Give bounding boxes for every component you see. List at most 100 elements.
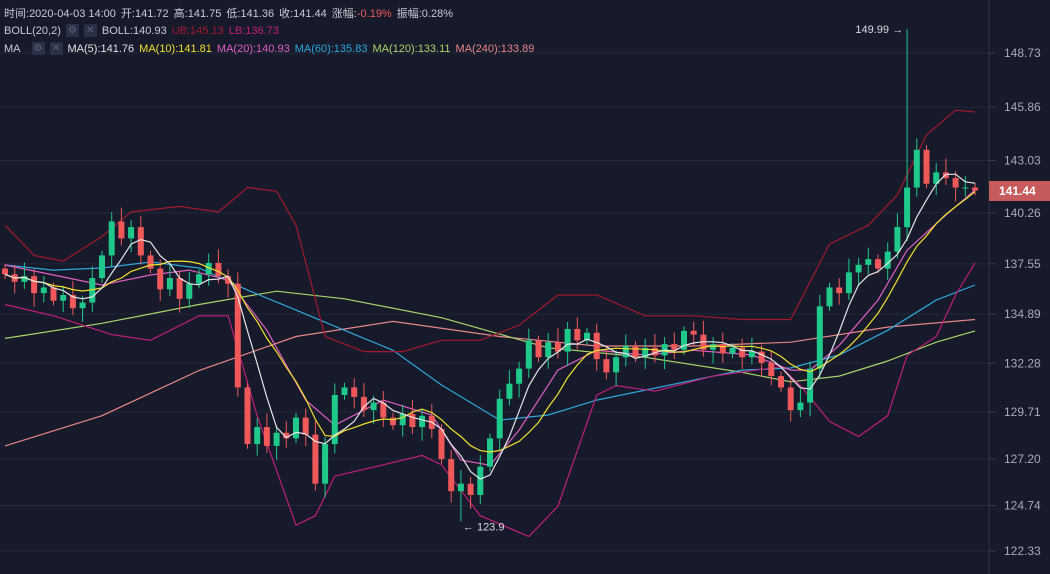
ma20-value: MA(20):140.93	[216, 42, 290, 55]
candle-body	[448, 459, 455, 492]
boll-mid: BOLL:140.93	[101, 24, 167, 37]
candle-body	[613, 357, 620, 373]
last-price-tag: 141.44	[989, 180, 1050, 201]
candle-body	[603, 359, 610, 373]
candle-body	[797, 402, 804, 411]
ma5-value: MA(5):141.76	[67, 42, 135, 55]
candle-body	[409, 413, 416, 428]
amplitude-value: 0.28%	[421, 8, 453, 20]
candle-body	[467, 483, 474, 495]
y-tick-label: 122.33	[1004, 544, 1041, 558]
candle-body	[50, 287, 57, 301]
boll-upper-band	[4, 109, 976, 353]
high-label: 高:	[173, 8, 188, 20]
candle-body	[118, 221, 125, 239]
ma10-value: MA(10):141.81	[139, 42, 212, 55]
candle-body	[2, 268, 8, 275]
ma-legend: MA ⚙ ✕ MA(5):141.76 MA(10):141.81 MA(20)…	[4, 42, 534, 55]
candle-body	[370, 402, 377, 411]
candle-body	[962, 187, 969, 189]
candle-body	[360, 396, 367, 411]
candle-body	[748, 351, 755, 358]
boll-name: BOLL(20,2)	[4, 24, 61, 37]
candle-body	[108, 221, 115, 256]
candle-body	[972, 187, 978, 191]
boll-ub: UB:145.13	[171, 24, 224, 37]
ma20-line	[4, 189, 976, 466]
boll-lb: LB:136.73	[228, 24, 279, 37]
close-icon[interactable]: ✕	[49, 42, 63, 55]
candle-body	[865, 259, 872, 265]
candlestick-chart[interactable]: 148.73 145.86 143.03 140.26 137.55 134.89 132.…	[0, 0, 1050, 574]
close-label: 收:	[279, 8, 294, 20]
high-value: 141.75	[187, 8, 222, 20]
ma120-value: MA(120):133.11	[372, 42, 451, 55]
candle-body	[263, 427, 270, 446]
boll-legend: BOLL(20,2) ⚙ ✕ BOLL:140.93 UB:145.13 LB:…	[4, 24, 279, 37]
gear-icon[interactable]: ⚙	[31, 42, 45, 55]
candle-body	[894, 227, 901, 252]
candle-body	[293, 417, 299, 439]
candle-body	[234, 283, 241, 388]
ohlc-info-bar: 时间:2020-04-03 14:00 开:141.72 高:141.75 低:…	[4, 5, 453, 21]
candle-body	[157, 268, 164, 290]
ma240-value: MA(240):133.89	[455, 42, 535, 55]
candle-body	[729, 347, 736, 354]
candle-body	[438, 428, 445, 460]
candle-body	[60, 295, 67, 301]
candle-body	[40, 287, 47, 294]
y-tick-label: 132.28	[1004, 356, 1041, 370]
candle-body	[545, 342, 552, 358]
candle-body	[778, 376, 784, 388]
candle-body	[254, 427, 261, 445]
candle-body	[855, 264, 862, 273]
candle-body	[166, 278, 173, 290]
candle-body	[351, 387, 358, 397]
candle-body	[516, 368, 523, 384]
candle-body	[496, 398, 503, 439]
candle-body	[176, 278, 183, 299]
low-label: 低:	[226, 8, 241, 20]
candle-body	[244, 387, 251, 445]
candle-body	[419, 415, 426, 428]
candle-body	[622, 345, 629, 358]
candle-body	[79, 302, 86, 309]
candle-body	[904, 187, 911, 228]
candle-body	[137, 227, 144, 256]
y-tick-label: 148.73	[1004, 46, 1041, 60]
low-value: 141.36	[240, 8, 275, 20]
candle-body	[99, 255, 105, 279]
candle-body	[399, 413, 406, 426]
max-price-annotation: 149.99 →	[855, 24, 903, 36]
candle-body	[535, 340, 542, 358]
y-tick-label: 145.86	[1004, 100, 1041, 114]
ma5-line	[4, 173, 976, 480]
candle-body	[875, 259, 881, 269]
ma240-line	[4, 318, 976, 447]
y-tick-label: 140.26	[1004, 206, 1041, 220]
candle-body	[564, 328, 571, 352]
candle-body	[826, 287, 833, 307]
y-tick-label: 127.20	[1004, 452, 1041, 466]
candle-body	[196, 274, 202, 284]
candle-body	[341, 387, 348, 395]
change-value: -0.19%	[356, 8, 392, 20]
gear-icon[interactable]: ⚙	[65, 24, 79, 37]
candle-body	[787, 387, 794, 411]
candle-body	[768, 362, 775, 377]
candle-body	[457, 483, 464, 492]
candle-body	[302, 417, 309, 435]
candle-body	[690, 330, 697, 335]
candle-body	[186, 283, 193, 299]
candle-body	[836, 287, 843, 294]
close-icon[interactable]: ✕	[83, 24, 97, 37]
candle-body	[816, 306, 823, 369]
close-value: 141.44	[293, 8, 327, 20]
candle-body	[952, 178, 959, 188]
open-label: 开:	[120, 8, 135, 20]
y-tick-label: 134.89	[1004, 307, 1041, 321]
candle-body	[884, 251, 891, 269]
candle-body	[671, 344, 678, 350]
candle-body	[710, 344, 717, 350]
candle-body	[719, 344, 726, 354]
